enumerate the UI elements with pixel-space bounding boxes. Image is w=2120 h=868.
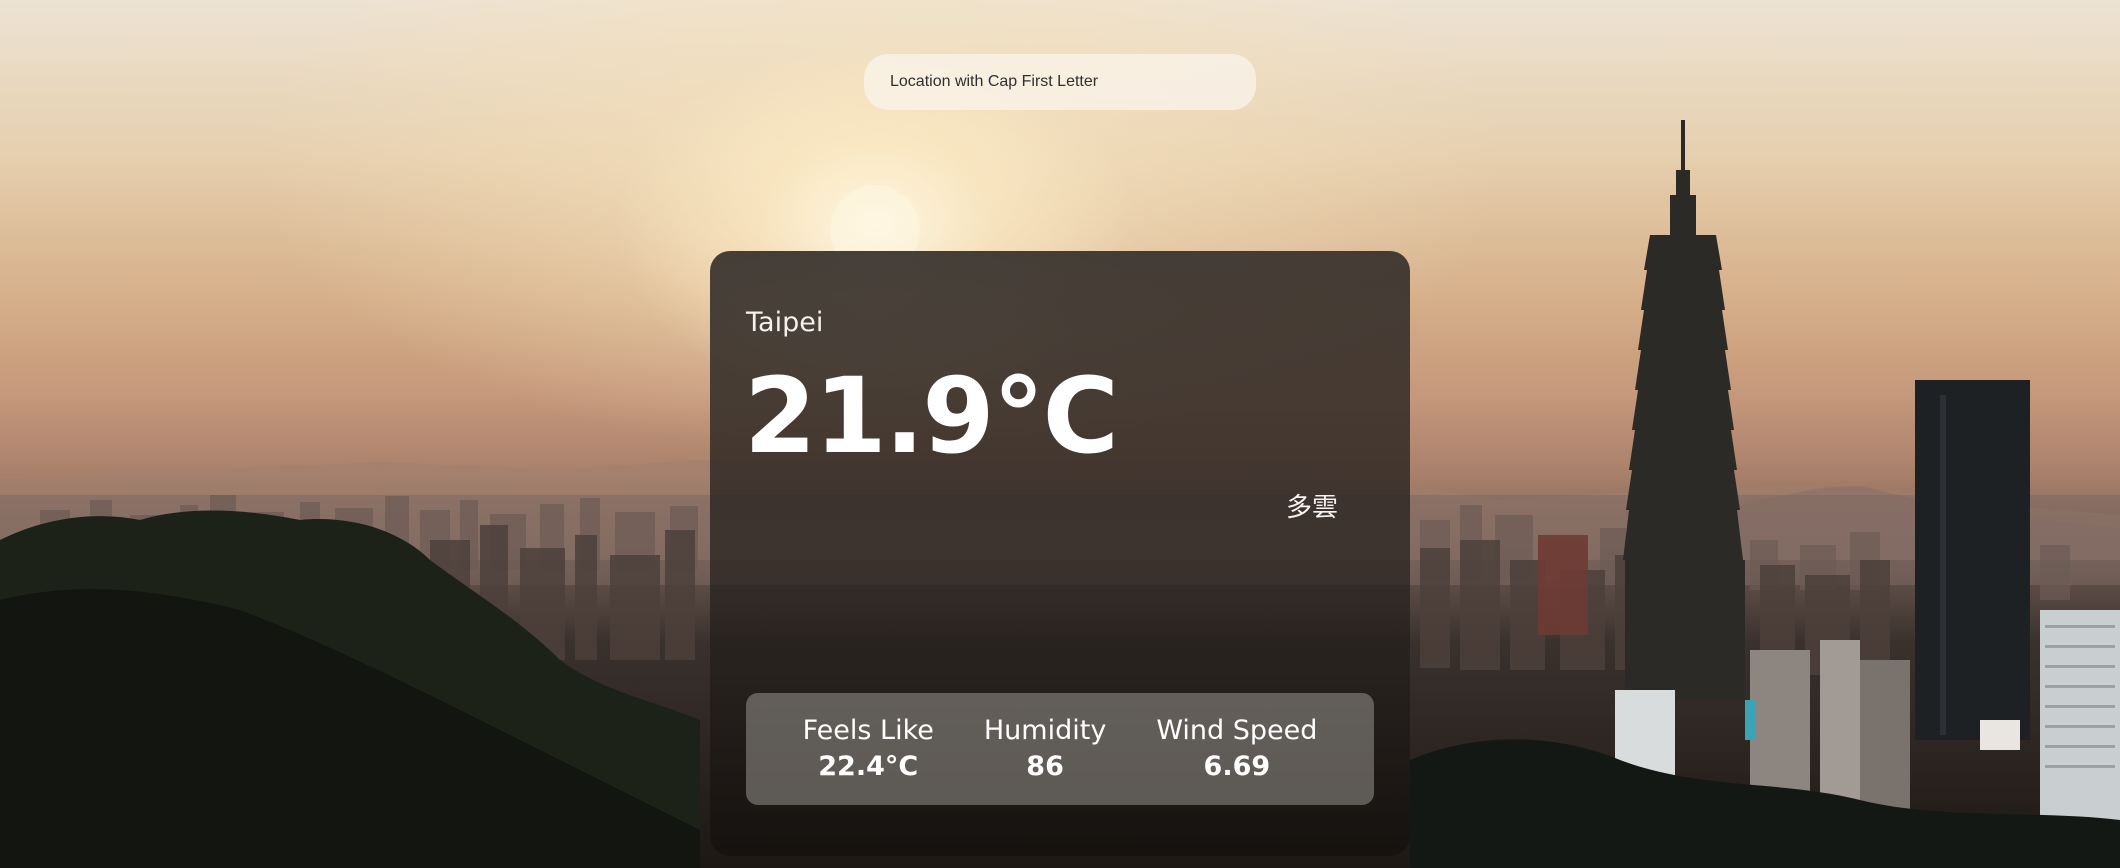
stat-humidity: Humidity 86 [984, 713, 1106, 785]
stat-label: Feels Like [802, 715, 934, 746]
stat-feels-like: Feels Like 22.4°C [803, 713, 934, 785]
stat-value: 6.69 [1203, 751, 1271, 782]
temperature: 21.9°C [744, 355, 1119, 477]
stat-label: Humidity [983, 715, 1107, 746]
weather-card: Taipei 21.9°C 多雲 Feels Like 22.4°C Humid… [710, 251, 1410, 856]
stat-value: 22.4°C [818, 751, 919, 782]
location-search-input[interactable] [864, 54, 1256, 110]
stat-label: Wind Speed [1156, 715, 1318, 746]
weather-stats-panel: Feels Like 22.4°C Humidity 86 Wind Speed… [746, 693, 1374, 805]
stat-wind-speed: Wind Speed 6.69 [1156, 713, 1317, 785]
city-name: Taipei [746, 307, 824, 338]
stat-value: 86 [1026, 751, 1064, 782]
app-background: Taipei 21.9°C 多雲 Feels Like 22.4°C Humid… [0, 0, 2120, 868]
weather-description: 多雲 [1285, 493, 1338, 523]
